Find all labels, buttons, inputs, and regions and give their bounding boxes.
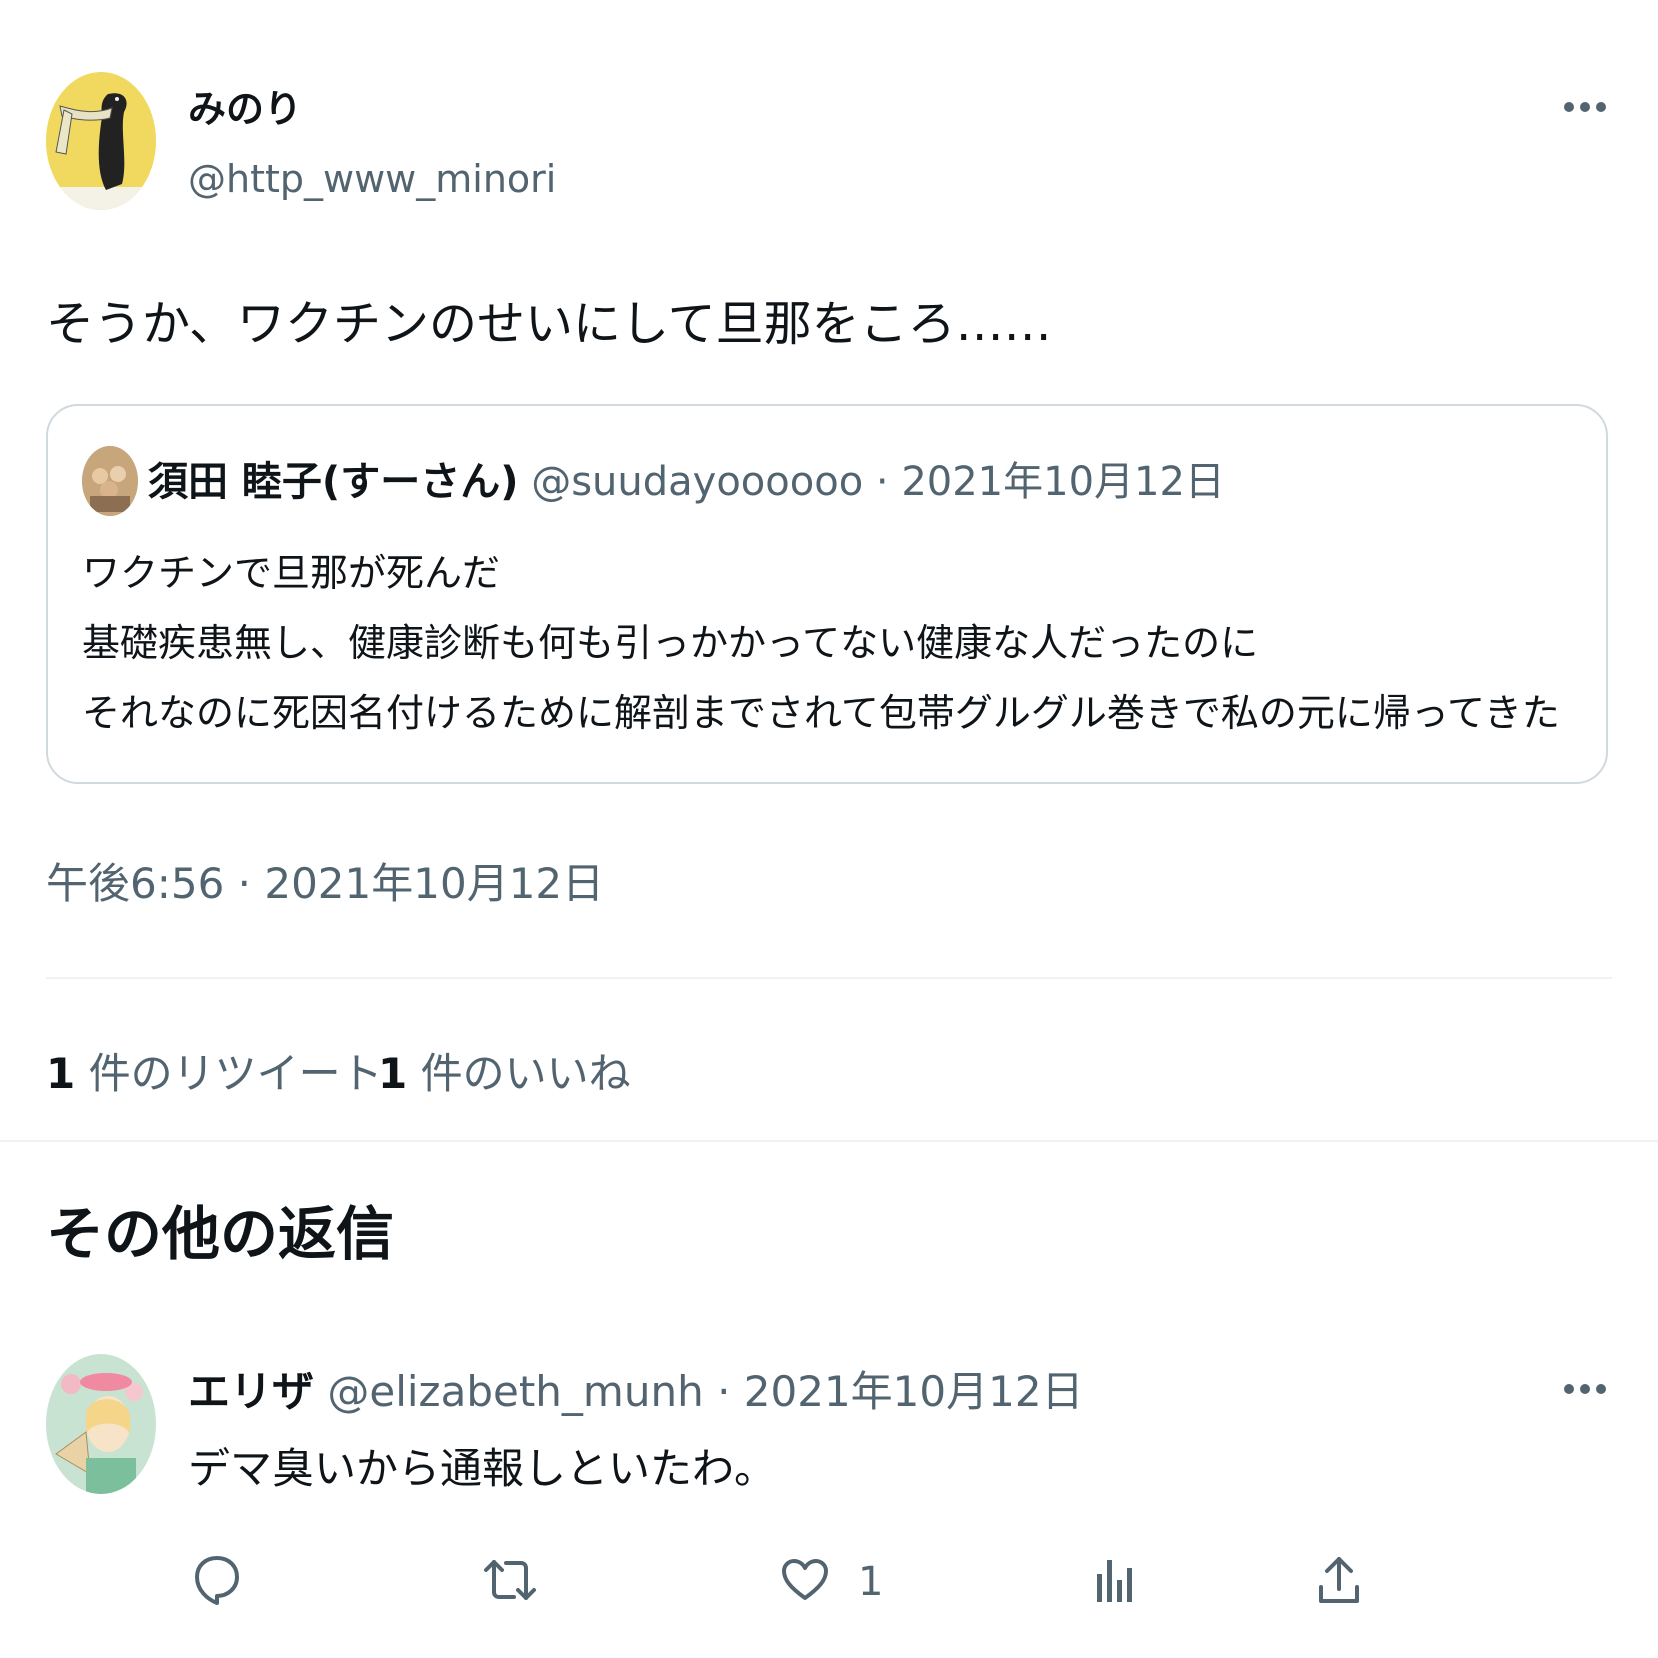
retweet-icon[interactable] bbox=[480, 1550, 540, 1610]
retweet-label: 件のリツイート bbox=[88, 1049, 383, 1098]
reply-author-name[interactable]: エリザ bbox=[188, 1367, 314, 1416]
retweet-count: 1 bbox=[46, 1049, 76, 1098]
reply-header: エリザ @elizabeth_munh · 2021年10月12日 bbox=[188, 1364, 1084, 1420]
reply-author-handle[interactable]: @elizabeth_munh bbox=[327, 1367, 703, 1416]
quote-line: ワクチンで旦那が死んだ bbox=[82, 551, 501, 595]
quote-header: 須田 睦子(すーさん) @suudayoooooo · 2021年10月12日 bbox=[148, 456, 1225, 508]
quote-author-handle[interactable]: @suudayoooooo bbox=[531, 459, 863, 505]
reply-author-avatar[interactable] bbox=[46, 1354, 156, 1494]
author-avatar[interactable] bbox=[46, 72, 156, 210]
like-icon[interactable] bbox=[778, 1550, 832, 1610]
author-name[interactable]: みのり bbox=[188, 84, 302, 134]
retweet-stats[interactable]: 1 件のリツイート bbox=[46, 1046, 383, 1102]
reply-like-count: 1 bbox=[858, 1559, 884, 1605]
more-icon[interactable] bbox=[1560, 92, 1610, 122]
reply-separator: · bbox=[717, 1367, 731, 1416]
replies-section-title: その他の返信 bbox=[46, 1200, 395, 1268]
tweet-timestamp[interactable]: 午後6:56 · 2021年10月12日 bbox=[46, 856, 604, 912]
reply-icon[interactable] bbox=[190, 1550, 244, 1610]
tweet-text: そうか、ワクチンのせいにして旦那をころ…… bbox=[46, 296, 1052, 352]
divider bbox=[46, 977, 1612, 979]
author-handle[interactable]: @http_www_minori bbox=[188, 154, 556, 204]
quote-author-avatar bbox=[82, 446, 138, 516]
like-stats[interactable]: 1 件のいいね bbox=[378, 1046, 631, 1102]
quote-line: それなのに死因名付けるために解剖までされて包帯グルグル巻きで私の元に帰ってきた bbox=[82, 691, 1560, 735]
share-icon[interactable] bbox=[1312, 1550, 1366, 1610]
quote-line: 基礎疾患無し、健康診断も何も引っかかってない健康な人だったのに bbox=[82, 621, 1259, 665]
quote-text: ワクチンで旦那が死んだ 基礎疾患無し、健康診断も何も引っかかってない健康な人だっ… bbox=[82, 538, 1560, 748]
reply-date[interactable]: 2021年10月12日 bbox=[744, 1367, 1084, 1416]
section-divider bbox=[0, 1140, 1658, 1142]
quote-date[interactable]: 2021年10月12日 bbox=[901, 459, 1225, 505]
quote-separator: · bbox=[875, 459, 889, 505]
views-icon[interactable] bbox=[1088, 1550, 1142, 1610]
quote-author-name[interactable]: 須田 睦子(すーさん) bbox=[148, 459, 519, 505]
like-count: 1 bbox=[378, 1049, 408, 1098]
reply-text: デマ臭いから通報しといたわ。 bbox=[188, 1444, 777, 1493]
like-label: 件のいいね bbox=[420, 1049, 631, 1098]
reply-more-icon[interactable] bbox=[1560, 1374, 1610, 1404]
